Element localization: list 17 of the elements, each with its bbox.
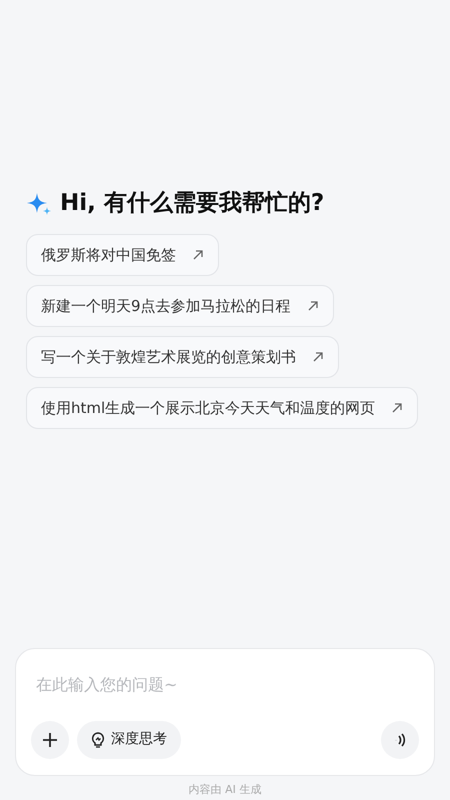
suggestion-chip[interactable]: 新建一个明天9点去参加马拉松的日程 <box>26 284 334 327</box>
plus-icon <box>42 732 58 748</box>
sparkle-icon <box>26 192 52 216</box>
suggestion-chip[interactable]: 写一个关于敦煌艺术展览的创意策划书 <box>26 336 339 378</box>
greeting-heading: Hi, 有什么需要我帮忙的? <box>60 190 324 218</box>
arrow-icon <box>312 350 324 363</box>
add-button[interactable] <box>31 720 69 758</box>
lightbulb-icon <box>91 732 105 748</box>
question-input[interactable]: 在此输入您的问题~ <box>31 672 419 696</box>
deep-think-button[interactable]: 深度思考 <box>77 720 181 758</box>
voice-button[interactable] <box>381 720 419 758</box>
arrow-icon <box>391 402 404 414</box>
disclaimer-text: 内容由 AI 生成 <box>188 782 262 798</box>
arrow-icon <box>306 300 319 312</box>
suggestion-chip[interactable]: 使用html生成一个展示北京今天天气和温度的网页 <box>26 386 418 429</box>
suggestion-chip[interactable]: 俄罗斯将对中国免签 <box>26 234 219 276</box>
arrow-icon <box>192 248 204 261</box>
